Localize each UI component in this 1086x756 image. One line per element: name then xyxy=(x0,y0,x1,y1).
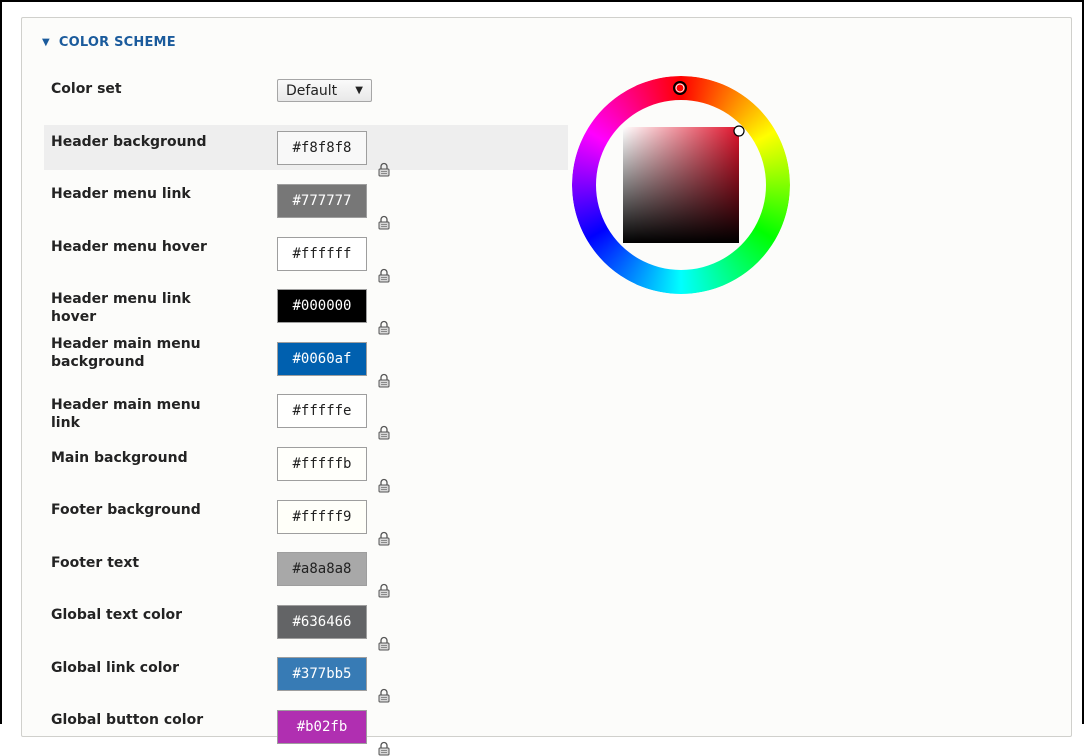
color-input[interactable]: #0060af xyxy=(277,342,367,376)
color-input[interactable]: #b02fb xyxy=(277,710,367,744)
field-label: Main background xyxy=(51,450,188,466)
field-label: Global text color xyxy=(51,607,183,623)
color-input[interactable]: #fffff9 xyxy=(277,500,367,534)
lock-icon[interactable] xyxy=(378,425,390,440)
lock-icon[interactable] xyxy=(378,162,390,177)
lock-icon[interactable] xyxy=(378,583,390,598)
lock-icon[interactable] xyxy=(378,268,390,283)
color-input[interactable]: #f8f8f8 xyxy=(277,131,367,165)
color-input[interactable]: #777777 xyxy=(277,184,367,218)
lock-icon[interactable] xyxy=(378,636,390,651)
field-label: Header menu link xyxy=(51,186,191,202)
field-label: Header main menu background xyxy=(51,336,201,370)
color-input[interactable]: #636466 xyxy=(277,605,367,639)
saturation-marker[interactable] xyxy=(733,125,745,137)
field-label: Header menu hover xyxy=(51,239,207,255)
field-label: Header background xyxy=(51,134,207,150)
color-set-label: Color set xyxy=(51,81,122,97)
color-input[interactable]: #fffffe xyxy=(277,394,367,428)
color-set-value: Default xyxy=(286,82,338,99)
value-overlay xyxy=(623,127,739,243)
color-input[interactable]: #a8a8a8 xyxy=(277,552,367,586)
field-label: Header main menu link xyxy=(51,397,201,431)
field-label: Header menu link hover xyxy=(51,291,191,325)
section-title: COLOR SCHEME xyxy=(58,34,176,50)
lock-icon[interactable] xyxy=(378,215,390,230)
color-input[interactable]: #ffffff xyxy=(277,237,367,271)
lock-icon[interactable] xyxy=(378,320,390,335)
dropdown-arrow-icon: ▼ xyxy=(355,85,363,96)
color-picker[interactable] xyxy=(572,76,790,294)
color-wheel-svg[interactable] xyxy=(572,76,790,294)
field-label: Global link color xyxy=(51,660,180,676)
field-label: Footer background xyxy=(51,502,201,518)
color-input[interactable]: #fffffb xyxy=(277,447,367,481)
lock-icon[interactable] xyxy=(378,688,390,703)
color-input[interactable]: #377bb5 xyxy=(277,657,367,691)
triangle-down-icon: ▼ xyxy=(42,36,50,48)
lock-icon[interactable] xyxy=(378,373,390,388)
color-set-select[interactable]: Default ▼ xyxy=(277,79,372,102)
field-label: Global button color xyxy=(51,712,204,728)
color-input[interactable]: #000000 xyxy=(277,289,367,323)
color-scheme-toggle[interactable]: ▼ COLOR SCHEME xyxy=(42,34,176,50)
lock-icon[interactable] xyxy=(378,741,390,756)
lock-icon[interactable] xyxy=(378,478,390,493)
lock-icon[interactable] xyxy=(378,531,390,546)
field-label: Footer text xyxy=(51,555,140,571)
